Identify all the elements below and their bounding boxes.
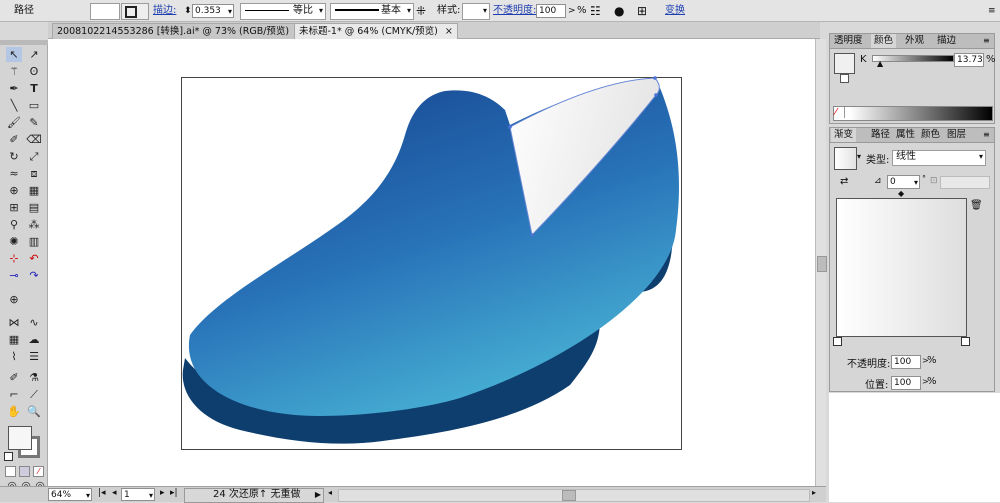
- last-page-icon[interactable]: ▸|: [170, 488, 178, 498]
- anchor-point[interactable]: [653, 76, 657, 80]
- stop-opacity-input[interactable]: 100: [891, 355, 921, 369]
- location-value: 100: [894, 378, 912, 388]
- aspect-icon: ⊡: [930, 176, 938, 186]
- slider-handle-icon[interactable]: ▲: [877, 59, 883, 68]
- k-unit: %: [986, 54, 996, 65]
- k-value: 13.73: [957, 55, 983, 65]
- panel-menu-icon[interactable]: ≡: [980, 128, 993, 142]
- fill-color-swatch[interactable]: [834, 53, 855, 74]
- angle-value: 0: [890, 177, 896, 187]
- scrollbar-thumb[interactable]: [562, 490, 576, 501]
- tab-appearance[interactable]: 外观: [902, 34, 927, 48]
- opacity-unit: %: [927, 355, 937, 366]
- reverse-gradient-icon[interactable]: ⇄: [840, 176, 848, 187]
- zoom-input[interactable]: 64% ▾: [48, 488, 92, 501]
- panel-menu-icon[interactable]: ≡: [988, 3, 996, 19]
- channel-label: K: [860, 54, 867, 65]
- panel-dock-empty: [829, 393, 1000, 502]
- gradient-preview-swatch[interactable]: [834, 147, 857, 170]
- tab-pathfinder[interactable]: 路径: [868, 128, 893, 142]
- aspect-input: [940, 176, 990, 189]
- history-status[interactable]: 24 次还原↑ 无重做 ▶: [184, 488, 324, 503]
- scroll-right-icon[interactable]: ▸: [812, 488, 816, 497]
- trash-icon[interactable]: 🗑: [970, 200, 983, 211]
- tab-color[interactable]: 颜色: [871, 34, 897, 48]
- color-spectrum-bar[interactable]: ⁄: [833, 106, 993, 121]
- chevron-down-icon: ▾: [913, 178, 918, 187]
- tab-layers[interactable]: 图层: [944, 128, 969, 142]
- zoom-value: 64%: [51, 490, 72, 500]
- color-panel: 透明度 颜色 外观 描边 ≡ K ▲ 13.73 % ⁄: [829, 33, 996, 124]
- tab-gradient[interactable]: 渐变: [831, 128, 857, 142]
- panel-menu-icon[interactable]: ≡: [980, 34, 993, 48]
- angle-input[interactable]: 0 ▾: [887, 175, 920, 189]
- anchor-point[interactable]: [508, 125, 512, 129]
- stop-opacity-value: 100: [894, 357, 912, 367]
- page-input[interactable]: 1 ▾: [121, 488, 155, 501]
- type-label: 类型:: [866, 155, 890, 166]
- gradient-stop-right[interactable]: [961, 337, 970, 346]
- location-label: 位置:: [865, 380, 889, 391]
- gradient-stop-left[interactable]: [833, 337, 842, 346]
- page-value: 1: [124, 490, 130, 500]
- scroll-left-icon[interactable]: ◂: [328, 488, 332, 497]
- gradient-type-value: 线性: [896, 151, 916, 162]
- chevron-down-icon: ▾: [148, 491, 153, 500]
- first-page-icon[interactable]: |◂: [98, 488, 106, 498]
- anchor-point[interactable]: [530, 233, 534, 237]
- chevron-down-icon: ▾: [978, 152, 983, 161]
- k-value-input[interactable]: 13.73: [954, 53, 984, 67]
- gradient-panel-tabs: 渐变 路径 属性 颜色 图层 ≡: [830, 128, 994, 143]
- chevron-down-icon: ▾: [85, 491, 90, 500]
- anchor-point[interactable]: [654, 93, 658, 97]
- location-unit: %: [927, 376, 937, 387]
- location-input[interactable]: 100: [891, 376, 921, 390]
- status-menu-arrow-icon[interactable]: ▶: [315, 489, 321, 501]
- opacity-label: 不透明度:: [847, 359, 891, 370]
- prev-page-icon[interactable]: ◂: [112, 488, 117, 498]
- degree-icon: °: [922, 174, 926, 183]
- tab-transparency[interactable]: 透明度: [831, 34, 866, 48]
- color-panel-tabs: 透明度 颜色 外观 描边 ≡: [830, 34, 994, 49]
- shoe-artwork[interactable]: [0, 0, 826, 486]
- vertical-scrollbar[interactable]: [815, 39, 827, 486]
- k-slider[interactable]: [872, 55, 954, 62]
- tab-color-2[interactable]: 颜色: [918, 128, 943, 142]
- next-page-icon[interactable]: ▸: [160, 488, 165, 498]
- horizontal-scrollbar[interactable]: [338, 489, 810, 502]
- midpoint-diamond-icon[interactable]: ◆: [898, 189, 904, 198]
- tab-stroke[interactable]: 描边: [934, 34, 959, 48]
- angle-icon: ⊿: [874, 176, 882, 186]
- stroke-color-swatch[interactable]: [840, 74, 849, 83]
- gradient-type-dropdown[interactable]: 线性 ▾: [892, 150, 986, 166]
- gradient-panel: 渐变 路径 属性 颜色 图层 ≡ ▾ 类型: 线性 ▾ ⇄ ⊿ 0 ▾ ° ⊡ …: [829, 127, 995, 392]
- tab-attributes[interactable]: 属性: [893, 128, 918, 142]
- history-text: 24 次还原↑ 无重做: [213, 489, 301, 500]
- status-bar: 64% ▾ |◂ ◂ 1 ▾ ▸ ▸| 24 次还原↑ 无重做 ▶ ◂ ▸: [0, 486, 826, 503]
- scrollbar-thumb[interactable]: [817, 256, 827, 272]
- none-color-icon[interactable]: ⁄: [835, 107, 845, 118]
- fill-color-swatch[interactable]: [8, 426, 32, 450]
- gradient-slider-preview[interactable]: [836, 198, 967, 337]
- chevron-down-icon[interactable]: ▾: [857, 152, 861, 161]
